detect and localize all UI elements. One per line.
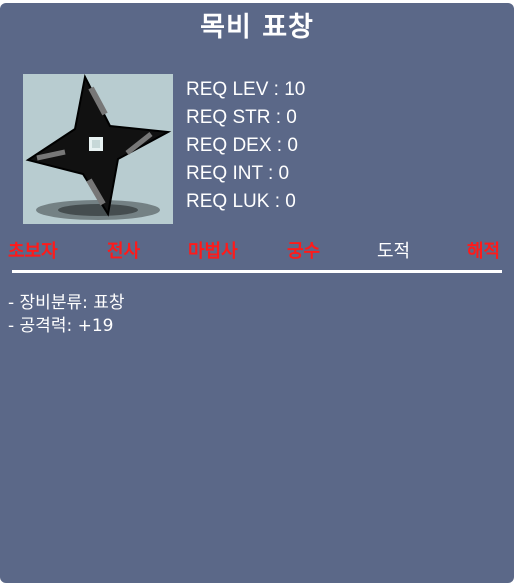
req-luk: REQ LUK : 0 (186, 191, 296, 212)
job-archer: 궁수 (287, 241, 321, 262)
job-magician: 마법사 (188, 241, 238, 262)
req-str: REQ STR : 0 (186, 107, 297, 128)
stat-attack: - 공격력: +19 (8, 316, 114, 336)
throwing-star-icon (25, 73, 172, 220)
stat-equip-category: - 장비분류: 표창 (8, 293, 125, 313)
req-level: REQ LEV : 10 (186, 79, 306, 100)
item-name: 목비 표창 (200, 12, 314, 43)
item-tooltip-panel: 목비 표창 REQ LEV : 10 REQ STR : 0 REQ DEX :… (0, 3, 514, 583)
req-int: REQ INT : 0 (186, 163, 290, 184)
job-thief: 도적 (377, 241, 411, 262)
requirements-list: REQ LEV : 10 REQ STR : 0 REQ DEX : 0 REQ… (186, 76, 305, 216)
job-beginner: 초보자 (8, 241, 58, 262)
job-warrior: 전사 (107, 241, 141, 262)
item-icon-frame (23, 73, 173, 224)
item-stats: - 장비분류: 표창 - 공격력: +19 (8, 292, 125, 338)
req-dex: REQ DEX : 0 (186, 135, 298, 156)
section-divider (12, 270, 502, 273)
job-pirate: 해적 (467, 241, 501, 262)
job-class-row: 초보자 전사 마법사 궁수 도적 해적 (0, 237, 514, 267)
